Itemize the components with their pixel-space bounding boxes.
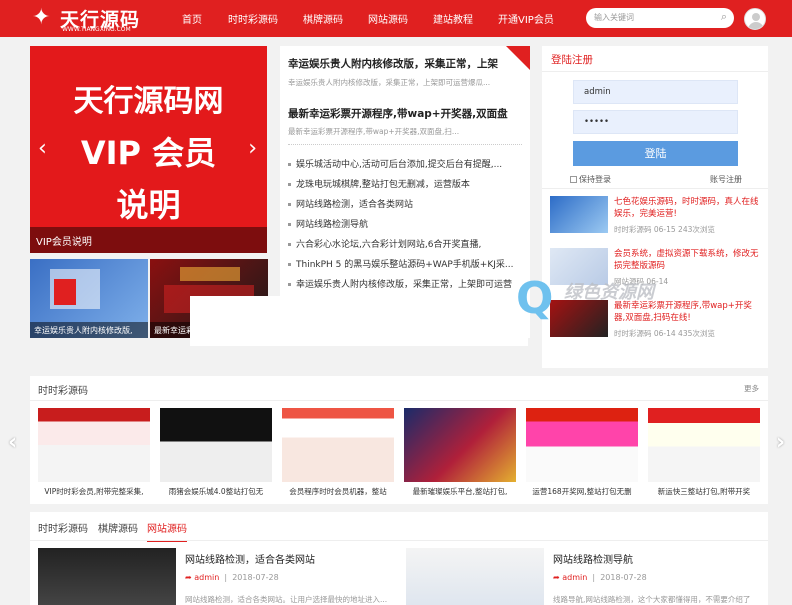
source-card[interactable]: VIP时时彩会员,附带完整采集, xyxy=(38,408,150,498)
tabbed-posts-section: 时时彩源码 棋牌源码 网站源码 网站线路检测，适合各类网站 ➦ admin | … xyxy=(30,512,768,605)
thumb-post-1[interactable]: 幸运娱乐贵人附内核修改版, xyxy=(30,259,148,338)
featured-articles: 幸运娱乐贵人附内核修改版，采集正常，上架 幸运娱乐贵人附内核修改版，采集正常，上… xyxy=(280,46,530,338)
tab-website-source[interactable]: 网站源码 xyxy=(147,520,187,542)
author-icon: ➦ xyxy=(185,573,195,582)
username-field[interactable]: admin xyxy=(573,80,738,104)
login-button[interactable]: 登陆 xyxy=(573,141,738,166)
vip-banner-slider[interactable]: 天行源码网 VIP 会员 说明 ‹ › VIP会员说明 xyxy=(30,46,267,253)
recommend-badge xyxy=(506,46,530,70)
list-item[interactable]: 网站线路检测，适合各类网站 xyxy=(288,197,413,210)
list-item[interactable]: 网站线路检测导航 xyxy=(288,217,368,230)
banner-line3: 说明 xyxy=(116,186,181,224)
source-card[interactable]: 会员程序时时会员机器，整站 xyxy=(282,408,394,498)
post-item[interactable]: 网站线路检测导航 ➦ admin | 2018-07-28 线路导航,网站线路检… xyxy=(398,548,758,605)
featured-desc-1: 幸运娱乐贵人附内核修改版，采集正常，上架即可运营爆瓜... xyxy=(288,78,491,87)
top-navbar: ✦ 天行源码 WWW.TIANGXING.COM 首页 时时彩源码 棋牌源码 网… xyxy=(0,0,792,37)
featured-title-1[interactable]: 幸运娱乐贵人附内核修改版，采集正常，上架 xyxy=(288,56,498,71)
user-avatar[interactable] xyxy=(744,8,766,30)
password-field[interactable]: ••••• xyxy=(573,110,738,134)
banner-line1: 天行源码网 xyxy=(73,84,224,119)
source-card[interactable]: 新运快三整站打包,附带开奖 xyxy=(648,408,760,498)
search-icon[interactable]: ⌕ xyxy=(721,10,727,24)
list-item[interactable]: 龙珠电玩城棋牌,整站打包无删减，运营版本 xyxy=(288,177,470,190)
carousel-prev-icon[interactable]: ‹ xyxy=(8,430,17,455)
banner-caption[interactable]: VIP会员说明 xyxy=(30,227,267,253)
site-logo[interactable]: ✦ 天行源码 WWW.TIANGXING.COM xyxy=(30,2,160,35)
lottery-source-section: 时时彩源码 更多 VIP时时彩会员,附带完整采集, 雨猪会娱乐城4.0整站打包无… xyxy=(30,376,768,504)
nav-vip[interactable]: 开通VIP会员 xyxy=(498,11,554,26)
phoenix-logo-icon: ✦ xyxy=(32,5,51,30)
list-item[interactable]: 六合彩心水论坛,六合彩计划网站,6合开奖直播, xyxy=(288,237,481,250)
source-card[interactable]: 雨猪会娱乐城4.0整站打包无 xyxy=(160,408,272,498)
source-card[interactable]: 运营168开奖网,整站打包无删 xyxy=(526,408,638,498)
source-card[interactable]: 最新璀璨娱乐平台,整站打包, xyxy=(404,408,516,498)
side-post-1[interactable]: 七色花娱乐源码，时时源码，真人在线娱乐，完美运营! 时时彩源码 06-15 24… xyxy=(550,196,762,240)
nav-chess-source[interactable]: 棋牌源码 xyxy=(303,11,343,26)
slider-next-icon[interactable]: › xyxy=(248,136,257,161)
search-placeholder: 输入关键词 xyxy=(594,13,634,22)
logo-url: WWW.TIANGXING.COM xyxy=(62,26,131,33)
nav-tutorials[interactable]: 建站教程 xyxy=(433,11,473,26)
search-input[interactable]: 输入关键词 ⌕ xyxy=(586,8,734,28)
list-item[interactable]: 娱乐城活动中心,活动可后台添加,提交后台有提醒,... xyxy=(288,157,502,170)
list-item[interactable]: 幸运娱乐贵人附内核修改版，采集正常，上架即可运营 xyxy=(288,277,512,290)
thumb-caption: 幸运娱乐贵人附内核修改版, xyxy=(30,322,148,338)
nav-home[interactable]: 首页 xyxy=(182,11,202,26)
tab-lottery-source[interactable]: 时时彩源码 xyxy=(38,520,88,535)
nav-website-source[interactable]: 网站源码 xyxy=(368,11,408,26)
register-link[interactable]: 账号注册 xyxy=(710,174,742,185)
list-item[interactable]: ThinkPH 5 的黑马娱乐整站源码+WAP手机版+KJ采... xyxy=(288,257,513,270)
login-title: 登陆注册 xyxy=(551,54,593,66)
slider-prev-icon[interactable]: ‹ xyxy=(38,136,47,161)
watermark-text: 绿色资源网 xyxy=(564,282,654,303)
tab-chess-source[interactable]: 棋牌源码 xyxy=(98,520,138,535)
nav-lottery-source[interactable]: 时时彩源码 xyxy=(228,11,278,26)
author-icon: ➦ xyxy=(553,573,563,582)
remember-checkbox[interactable]: 保持登录 xyxy=(570,174,611,185)
more-link[interactable]: 更多 xyxy=(744,383,759,394)
blank-overlay xyxy=(190,296,528,346)
featured-desc-2: 最新幸运彩票开源程序,带wap+开奖器,双面盘,扫... xyxy=(288,127,460,136)
post-item[interactable]: 网站线路检测，适合各类网站 ➦ admin | 2018-07-28 网站线路检… xyxy=(30,548,390,605)
featured-title-2[interactable]: 最新幸运彩票开源程序,带wap+开奖器,双面盘 xyxy=(288,106,508,121)
carousel-next-icon[interactable]: › xyxy=(776,430,785,455)
section-title: 时时彩源码 xyxy=(38,386,88,397)
watermark: Q 绿色资源网 xyxy=(516,272,762,328)
banner-line2: VIP 会员 xyxy=(80,134,217,172)
watermark-logo-icon: Q xyxy=(516,273,554,324)
